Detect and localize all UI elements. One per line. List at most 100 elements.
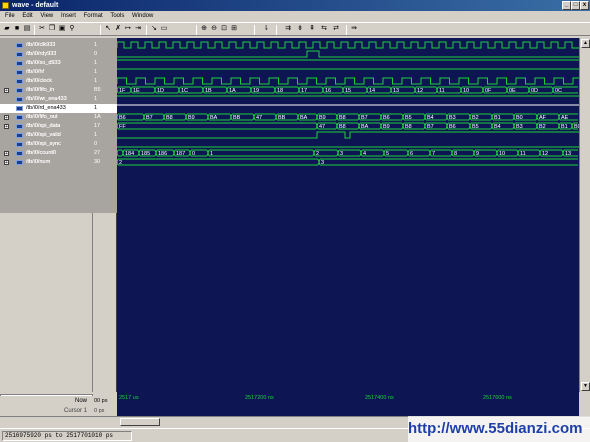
- wave-window: wave - default _ □ x File Edit View Inse…: [0, 0, 590, 442]
- zoom-out-icon[interactable]: ⊖: [210, 25, 218, 33]
- waveform-pane[interactable]: 1F 1E 1D 1C 1B 1A 19 18 17 16 15 14 13 12 11 10 0F 0E 0D 0C…: [115, 38, 581, 392]
- signal-row[interactable]: /tb/i0/clk933: [0, 41, 93, 50]
- bus-value-label: 8: [454, 151, 457, 157]
- bus-value-label: AE: [561, 115, 569, 121]
- signal-row[interactable]: + /tb/i0/fifo_out: [0, 113, 93, 122]
- clock-waveform: [116, 77, 579, 85]
- title-bar: wave - default _ □ x: [0, 0, 590, 11]
- bus-value-label: 2: [316, 151, 319, 157]
- insert-cursor-icon[interactable]: ⇥: [134, 25, 142, 33]
- bus-value-label: B7: [427, 124, 434, 130]
- signal-row[interactable]: + /tb/i0/spi_data: [0, 122, 93, 131]
- signal-row[interactable]: /tb/i0/so_d933: [0, 59, 93, 68]
- step-icon[interactable]: ⇂: [262, 25, 270, 33]
- expand-icon[interactable]: +: [4, 124, 9, 130]
- break-icon[interactable]: ⇟: [296, 25, 304, 33]
- signal-icon: [16, 115, 23, 120]
- signal-name: /tb/i0/clk933: [26, 42, 56, 48]
- signal-icon: [16, 70, 23, 75]
- bus-value-label: BA: [361, 124, 369, 130]
- menu-window[interactable]: Window: [131, 11, 154, 21]
- signal-row[interactable]: + /tb/i0/count0: [0, 149, 93, 158]
- zoom-region-icon[interactable]: ⊞: [230, 25, 238, 33]
- menu-insert[interactable]: Insert: [60, 11, 77, 21]
- maximize-button[interactable]: □: [571, 1, 580, 10]
- scroll-up-icon[interactable]: ▲: [581, 39, 590, 48]
- signal-row[interactable]: /tb/i0/hf: [0, 68, 93, 77]
- minimize-button[interactable]: _: [562, 1, 571, 10]
- signal-icon: [16, 133, 23, 138]
- delete-icon[interactable]: ✗: [114, 25, 122, 33]
- signal-value: 1: [94, 132, 98, 138]
- next-edge-icon[interactable]: ⇛: [350, 25, 358, 33]
- signal-row[interactable]: + /tb/i0/fifo_in: [0, 86, 93, 95]
- window-title: wave - default: [12, 2, 59, 9]
- menu-tools[interactable]: Tools: [109, 11, 125, 21]
- run-icon[interactable]: ⇉: [284, 25, 292, 33]
- scroll-down-icon[interactable]: ▼: [581, 382, 590, 391]
- copy-icon[interactable]: ❐: [48, 25, 56, 33]
- zoom-full-icon[interactable]: ⊡: [220, 25, 228, 33]
- signal-icon: [16, 97, 23, 102]
- zoom-in-icon[interactable]: ⊕: [200, 25, 208, 33]
- signal-name: /tb/i0/hf: [26, 69, 45, 75]
- paste-icon[interactable]: ▣: [58, 25, 66, 33]
- select-icon[interactable]: ↘: [150, 25, 158, 33]
- bus-value-label: 6: [410, 151, 413, 157]
- bus-value-label: 0E: [509, 88, 516, 94]
- signal-row[interactable]: /tb/i0/rdy933: [0, 50, 93, 59]
- bus-value-label: B0: [516, 115, 523, 121]
- signal-value: 0: [94, 51, 98, 57]
- bus-value-label: 1F: [119, 88, 126, 94]
- cursor-value: 0 ps: [94, 408, 105, 414]
- region-icon[interactable]: ▭: [160, 25, 168, 33]
- waveform-canvas[interactable]: 1F 1E 1D 1C 1B 1A 19 18 17 16 15 14 13 12 11 10 0F 0E 0D 0C…: [115, 38, 581, 392]
- restart-icon[interactable]: ⇞: [308, 25, 316, 33]
- signal-row[interactable]: /tb/i0/spi_valid: [0, 131, 93, 140]
- menu-view[interactable]: View: [39, 11, 54, 21]
- close-button[interactable]: x: [580, 1, 589, 10]
- cursor-label: Cursor 1: [63, 408, 87, 414]
- bus-value-label: 1B: [205, 88, 212, 94]
- bus-value-label: 187: [176, 151, 185, 157]
- expand-icon[interactable]: +: [4, 115, 9, 121]
- expand-icon[interactable]: +: [4, 160, 9, 166]
- stop-icon[interactable]: ⇆: [320, 25, 328, 33]
- menu-edit[interactable]: Edit: [21, 11, 33, 21]
- signal-values-pane: 1 0 1 1 1 B5 1 1 1A 17 1 0 27 30: [93, 38, 117, 392]
- signal-row[interactable]: + /tb/i0/num: [0, 158, 93, 167]
- bus-value-label: B1: [494, 115, 501, 121]
- menu-file[interactable]: File: [4, 11, 16, 21]
- menu-format[interactable]: Format: [83, 11, 104, 21]
- signal-row[interactable]: /tb/i0/rd_ena433: [0, 104, 93, 113]
- vertical-scrollbar[interactable]: ▲ ▼: [579, 38, 590, 392]
- toolbar: ▰ ■ ▤ ✂ ❐ ▣ ⚲ ↖ ✗ ↦ ⇥ ↘ ▭ ⊕ ⊖ ⊡ ⊞ ⇂ ⇉ ⇟ …: [0, 22, 590, 36]
- bus-value-label: 10: [463, 88, 469, 94]
- signal-row[interactable]: /tb/i0/wr_ena433: [0, 95, 93, 104]
- bus-segment: [115, 158, 318, 166]
- signal-row[interactable]: /tb/i0/spi_sync: [0, 140, 93, 149]
- expand-icon[interactable]: +: [4, 88, 9, 94]
- bus-value-label: 5: [386, 151, 389, 157]
- open-icon[interactable]: ▰: [3, 25, 11, 33]
- save-icon[interactable]: ■: [13, 25, 21, 33]
- level-waveform: [117, 131, 579, 139]
- bus-value-label: 1C: [181, 88, 188, 94]
- signal-name: /tb/i0/spi_sync: [26, 141, 61, 147]
- bus-value-label: BB: [233, 115, 241, 121]
- print-icon[interactable]: ▤: [23, 25, 31, 33]
- insert-icon[interactable]: ↦: [124, 25, 132, 33]
- scroll-thumb[interactable]: [120, 418, 160, 426]
- signal-value: 1A: [94, 114, 101, 120]
- bus-value-label: 4: [363, 151, 366, 157]
- cursor-icon[interactable]: ↖: [104, 25, 112, 33]
- expand-icon[interactable]: +: [4, 151, 9, 157]
- signal-icon: [16, 79, 23, 84]
- cut-icon[interactable]: ✂: [38, 25, 46, 33]
- continue-icon[interactable]: ⇄: [332, 25, 340, 33]
- signal-name: /tb/i0/spi_valid: [26, 132, 61, 138]
- find-icon[interactable]: ⚲: [68, 25, 76, 33]
- signal-value: 30: [94, 159, 101, 165]
- time-tick: 2517600 ns: [483, 395, 512, 401]
- signal-row[interactable]: /tb/i0/clock: [0, 77, 93, 86]
